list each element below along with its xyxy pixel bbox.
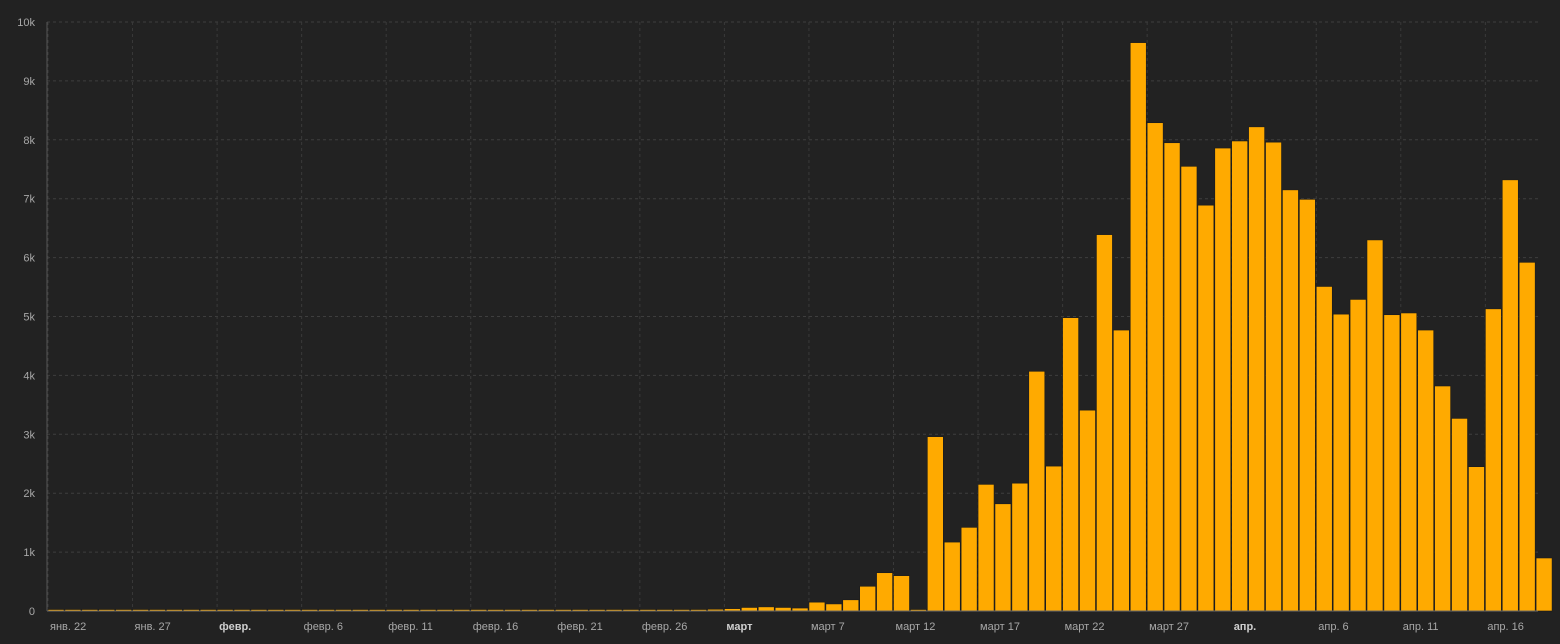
bar <box>1468 466 1485 612</box>
bar <box>943 541 961 612</box>
bar <box>876 572 893 612</box>
bar <box>1113 329 1130 612</box>
bar <box>960 527 978 612</box>
y-tick-label: 10k <box>17 17 35 29</box>
bar <box>1366 239 1384 612</box>
bar <box>1129 42 1147 612</box>
bar <box>1518 262 1536 612</box>
bar <box>1485 308 1502 612</box>
bar <box>757 606 775 612</box>
x-tick-label: февр. 16 <box>473 621 518 633</box>
bar <box>893 575 910 612</box>
bar <box>1349 299 1367 612</box>
y-tick-label: 4k <box>23 370 35 382</box>
y-tick-label: 8k <box>23 135 35 147</box>
bar <box>1265 141 1282 612</box>
y-tick-label: 9k <box>23 76 35 88</box>
y-tick-label: 3k <box>23 429 35 441</box>
x-tick-label: апр. 6 <box>1318 621 1348 633</box>
x-tick-label: апр. 11 <box>1403 621 1439 633</box>
x-tick-label: февр. 26 <box>642 621 687 633</box>
bar <box>994 503 1012 612</box>
bar <box>1045 465 1062 612</box>
bar <box>1332 313 1350 612</box>
x-tick-label: март 12 <box>896 621 936 633</box>
bar <box>1096 234 1113 612</box>
y-tick-label: 0 <box>29 606 35 618</box>
bar <box>1197 204 1215 612</box>
bar <box>1214 147 1232 612</box>
bar <box>1231 140 1248 612</box>
bar <box>1383 314 1401 612</box>
bar <box>1501 179 1519 612</box>
bar <box>1434 385 1451 612</box>
bar <box>927 436 944 612</box>
x-tick-label: март <box>726 621 753 633</box>
x-tick-label: март 7 <box>811 621 845 633</box>
y-tick-label: 7k <box>23 194 35 206</box>
bar <box>1451 418 1468 612</box>
y-tick-label: 2k <box>23 488 35 500</box>
bar <box>842 599 860 612</box>
bar <box>774 607 792 612</box>
bar <box>1146 122 1164 612</box>
bar <box>808 601 826 612</box>
bar <box>977 484 995 612</box>
x-tick-label: февр. 11 <box>388 621 433 633</box>
bar <box>825 603 843 612</box>
bar <box>859 585 876 612</box>
bar <box>1028 370 1046 612</box>
bar <box>1062 317 1079 612</box>
bar <box>1535 557 1553 612</box>
x-tick-label: март 17 <box>980 621 1020 633</box>
x-tick-label: февр. <box>219 621 251 633</box>
bar <box>1163 142 1181 612</box>
x-tick-label: февр. 21 <box>557 621 602 633</box>
x-tick-label: февр. 6 <box>304 621 343 633</box>
x-tick-label: апр. 16 <box>1487 621 1524 633</box>
bar <box>1079 409 1096 612</box>
y-tick-label: 5k <box>23 312 35 324</box>
x-tick-label: янв. 22 <box>50 621 86 633</box>
x-tick-label: янв. 27 <box>135 621 171 633</box>
bar <box>741 607 758 612</box>
bar <box>1299 198 1316 612</box>
bar <box>1011 482 1029 612</box>
x-tick-label: март 27 <box>1149 621 1189 633</box>
bar <box>1180 166 1198 612</box>
daily-cases-bar-chart: 0 1k 2k 3k 4k 5k 6k 7k 8k 9k 10k янв. 22 янв. 27 фев… <box>0 0 1560 644</box>
bar <box>1248 126 1265 612</box>
x-tick-label: апр. <box>1234 621 1257 633</box>
y-tick-label: 6k <box>23 253 35 265</box>
bar <box>1417 329 1435 612</box>
x-tick-label: март 22 <box>1065 621 1105 633</box>
y-tick-label: 1k <box>23 547 35 559</box>
bar <box>1400 312 1418 612</box>
bar <box>1315 286 1333 612</box>
bar <box>1282 189 1299 612</box>
